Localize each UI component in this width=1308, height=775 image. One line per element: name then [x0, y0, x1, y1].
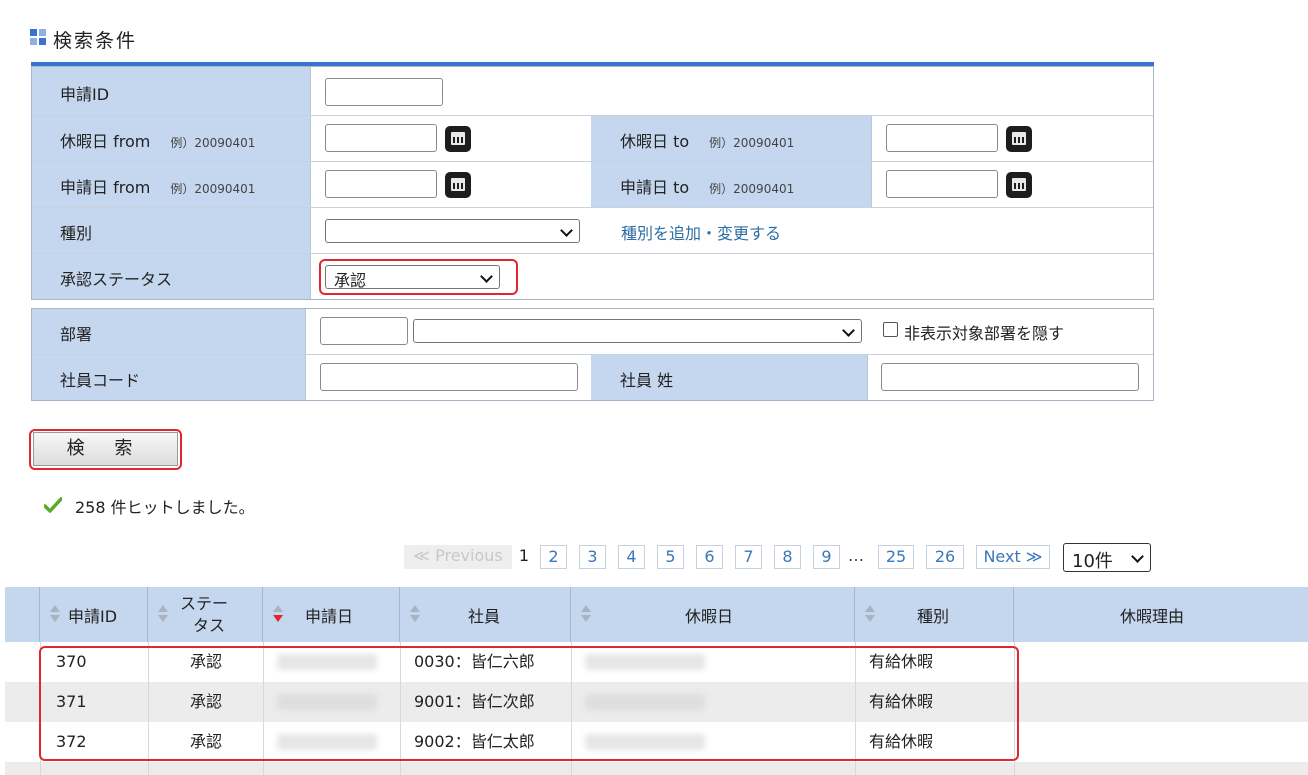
- status-select[interactable]: 承認: [325, 265, 500, 290]
- header-type-label: 種別: [917, 606, 950, 626]
- sort-icon[interactable]: [410, 605, 420, 623]
- pager-page[interactable]: 9: [813, 545, 840, 569]
- hide-dept-checkbox[interactable]: [883, 322, 898, 337]
- header-id[interactable]: 申請ID: [40, 587, 148, 642]
- apply-to-label: 申請日 to 例）20090401: [620, 178, 795, 197]
- dept-select[interactable]: [413, 319, 862, 343]
- hide-dept-label: 非表示対象部署を隠す: [904, 324, 1065, 343]
- header-type[interactable]: 種別: [855, 587, 1014, 642]
- leave-from-input[interactable]: [325, 124, 437, 152]
- header-apply-date[interactable]: 申請日: [263, 587, 400, 642]
- pager-ellipsis: …: [848, 546, 864, 565]
- row-divider: [32, 207, 1153, 208]
- header-reason-label: 休暇理由: [1120, 606, 1185, 626]
- dept-code-input[interactable]: [320, 317, 408, 345]
- search-button[interactable]: 検 索: [33, 432, 178, 466]
- pager-page[interactable]: 7: [735, 545, 762, 569]
- pager-previous: ≪ Previous: [404, 545, 512, 569]
- type-label: 種別: [60, 224, 93, 243]
- header-apply-date-label: 申請日: [305, 606, 354, 626]
- sort-icon[interactable]: [158, 605, 168, 623]
- pager-page[interactable]: 4: [618, 545, 645, 569]
- pager-current: 1: [518, 546, 530, 565]
- calendar-icon[interactable]: [445, 126, 471, 152]
- calendar-icon[interactable]: [1006, 126, 1032, 152]
- example-text: 例）20090401: [709, 136, 795, 150]
- emp-code-label: 社員コード: [60, 371, 141, 390]
- apply-to-input[interactable]: [886, 170, 998, 198]
- calendar-icon[interactable]: [1006, 172, 1032, 198]
- header-reason[interactable]: 休暇理由: [1014, 587, 1308, 642]
- chevron-down-icon: [480, 270, 493, 283]
- pager-page[interactable]: 8: [774, 545, 801, 569]
- example-text: 例）20090401: [709, 182, 795, 196]
- pager-page[interactable]: 26: [926, 545, 964, 569]
- apply-from-input[interactable]: [325, 170, 437, 198]
- per-page-select[interactable]: 10件: [1063, 543, 1151, 572]
- sort-icon[interactable]: [865, 605, 875, 623]
- pager-page[interactable]: 25: [878, 545, 914, 569]
- leave-from-label: 休暇日 from 例）20090401: [60, 132, 256, 151]
- check-icon: [44, 497, 62, 513]
- emp-name-input[interactable]: [881, 363, 1139, 391]
- table-row-partial[interactable]: [5, 762, 1308, 775]
- apply-from-label: 申請日 from 例）20090401: [60, 178, 256, 197]
- chevron-down-icon: [842, 324, 855, 337]
- header-status-line2: タス: [193, 615, 226, 635]
- pager-page[interactable]: 2: [540, 545, 567, 569]
- example-text: 例）20090401: [170, 182, 256, 196]
- header-id-label: 申請ID: [68, 606, 118, 626]
- sort-icon[interactable]: [50, 605, 60, 623]
- section-title: 検索条件: [53, 30, 138, 52]
- pager-page[interactable]: 5: [657, 545, 684, 569]
- sort-desc-icon[interactable]: [273, 605, 283, 623]
- header-leave-date[interactable]: 休暇日: [571, 587, 855, 642]
- type-select[interactable]: [325, 219, 580, 243]
- header-employee[interactable]: 社員: [400, 587, 571, 642]
- chevron-down-icon: [560, 224, 573, 237]
- emp-code-input[interactable]: [320, 363, 578, 391]
- row-divider: [32, 253, 1153, 254]
- row-divider: [32, 161, 1153, 162]
- example-text: 例）20090401: [170, 136, 256, 150]
- type-edit-link[interactable]: 種別を追加・変更する: [621, 220, 781, 244]
- header-employee-label: 社員: [468, 606, 501, 626]
- request-id-input[interactable]: [325, 78, 443, 106]
- rows-highlight: [39, 646, 1019, 761]
- pager-next[interactable]: Next ≫: [976, 545, 1050, 569]
- result-message: 258 件ヒットしました。: [75, 498, 255, 517]
- status-label: 承認ステータス: [60, 270, 173, 289]
- row-divider: [32, 354, 1153, 355]
- header-status-line1: ステー: [180, 593, 229, 613]
- chevron-down-icon: [1131, 550, 1144, 563]
- header-leave-date-label: 休暇日: [685, 606, 734, 626]
- pager-page[interactable]: 6: [696, 545, 723, 569]
- request-id-label: 申請ID: [60, 85, 110, 104]
- emp-name-label: 社員 姓: [620, 371, 674, 390]
- calendar-icon[interactable]: [445, 172, 471, 198]
- pager-page[interactable]: 3: [579, 545, 606, 569]
- status-select-value: 承認: [334, 271, 367, 290]
- dept-label: 部署: [60, 325, 93, 344]
- sort-icon[interactable]: [581, 605, 591, 623]
- per-page-value: 10件: [1072, 551, 1113, 572]
- leave-to-label: 休暇日 to 例）20090401: [620, 132, 795, 151]
- grid-icon: [30, 29, 46, 45]
- leave-to-input[interactable]: [886, 124, 998, 152]
- header-status[interactable]: ステー タス: [148, 587, 263, 642]
- table-header-blank: [5, 587, 40, 642]
- header-status-label: ステー タス: [180, 593, 228, 637]
- row-divider: [32, 115, 1153, 116]
